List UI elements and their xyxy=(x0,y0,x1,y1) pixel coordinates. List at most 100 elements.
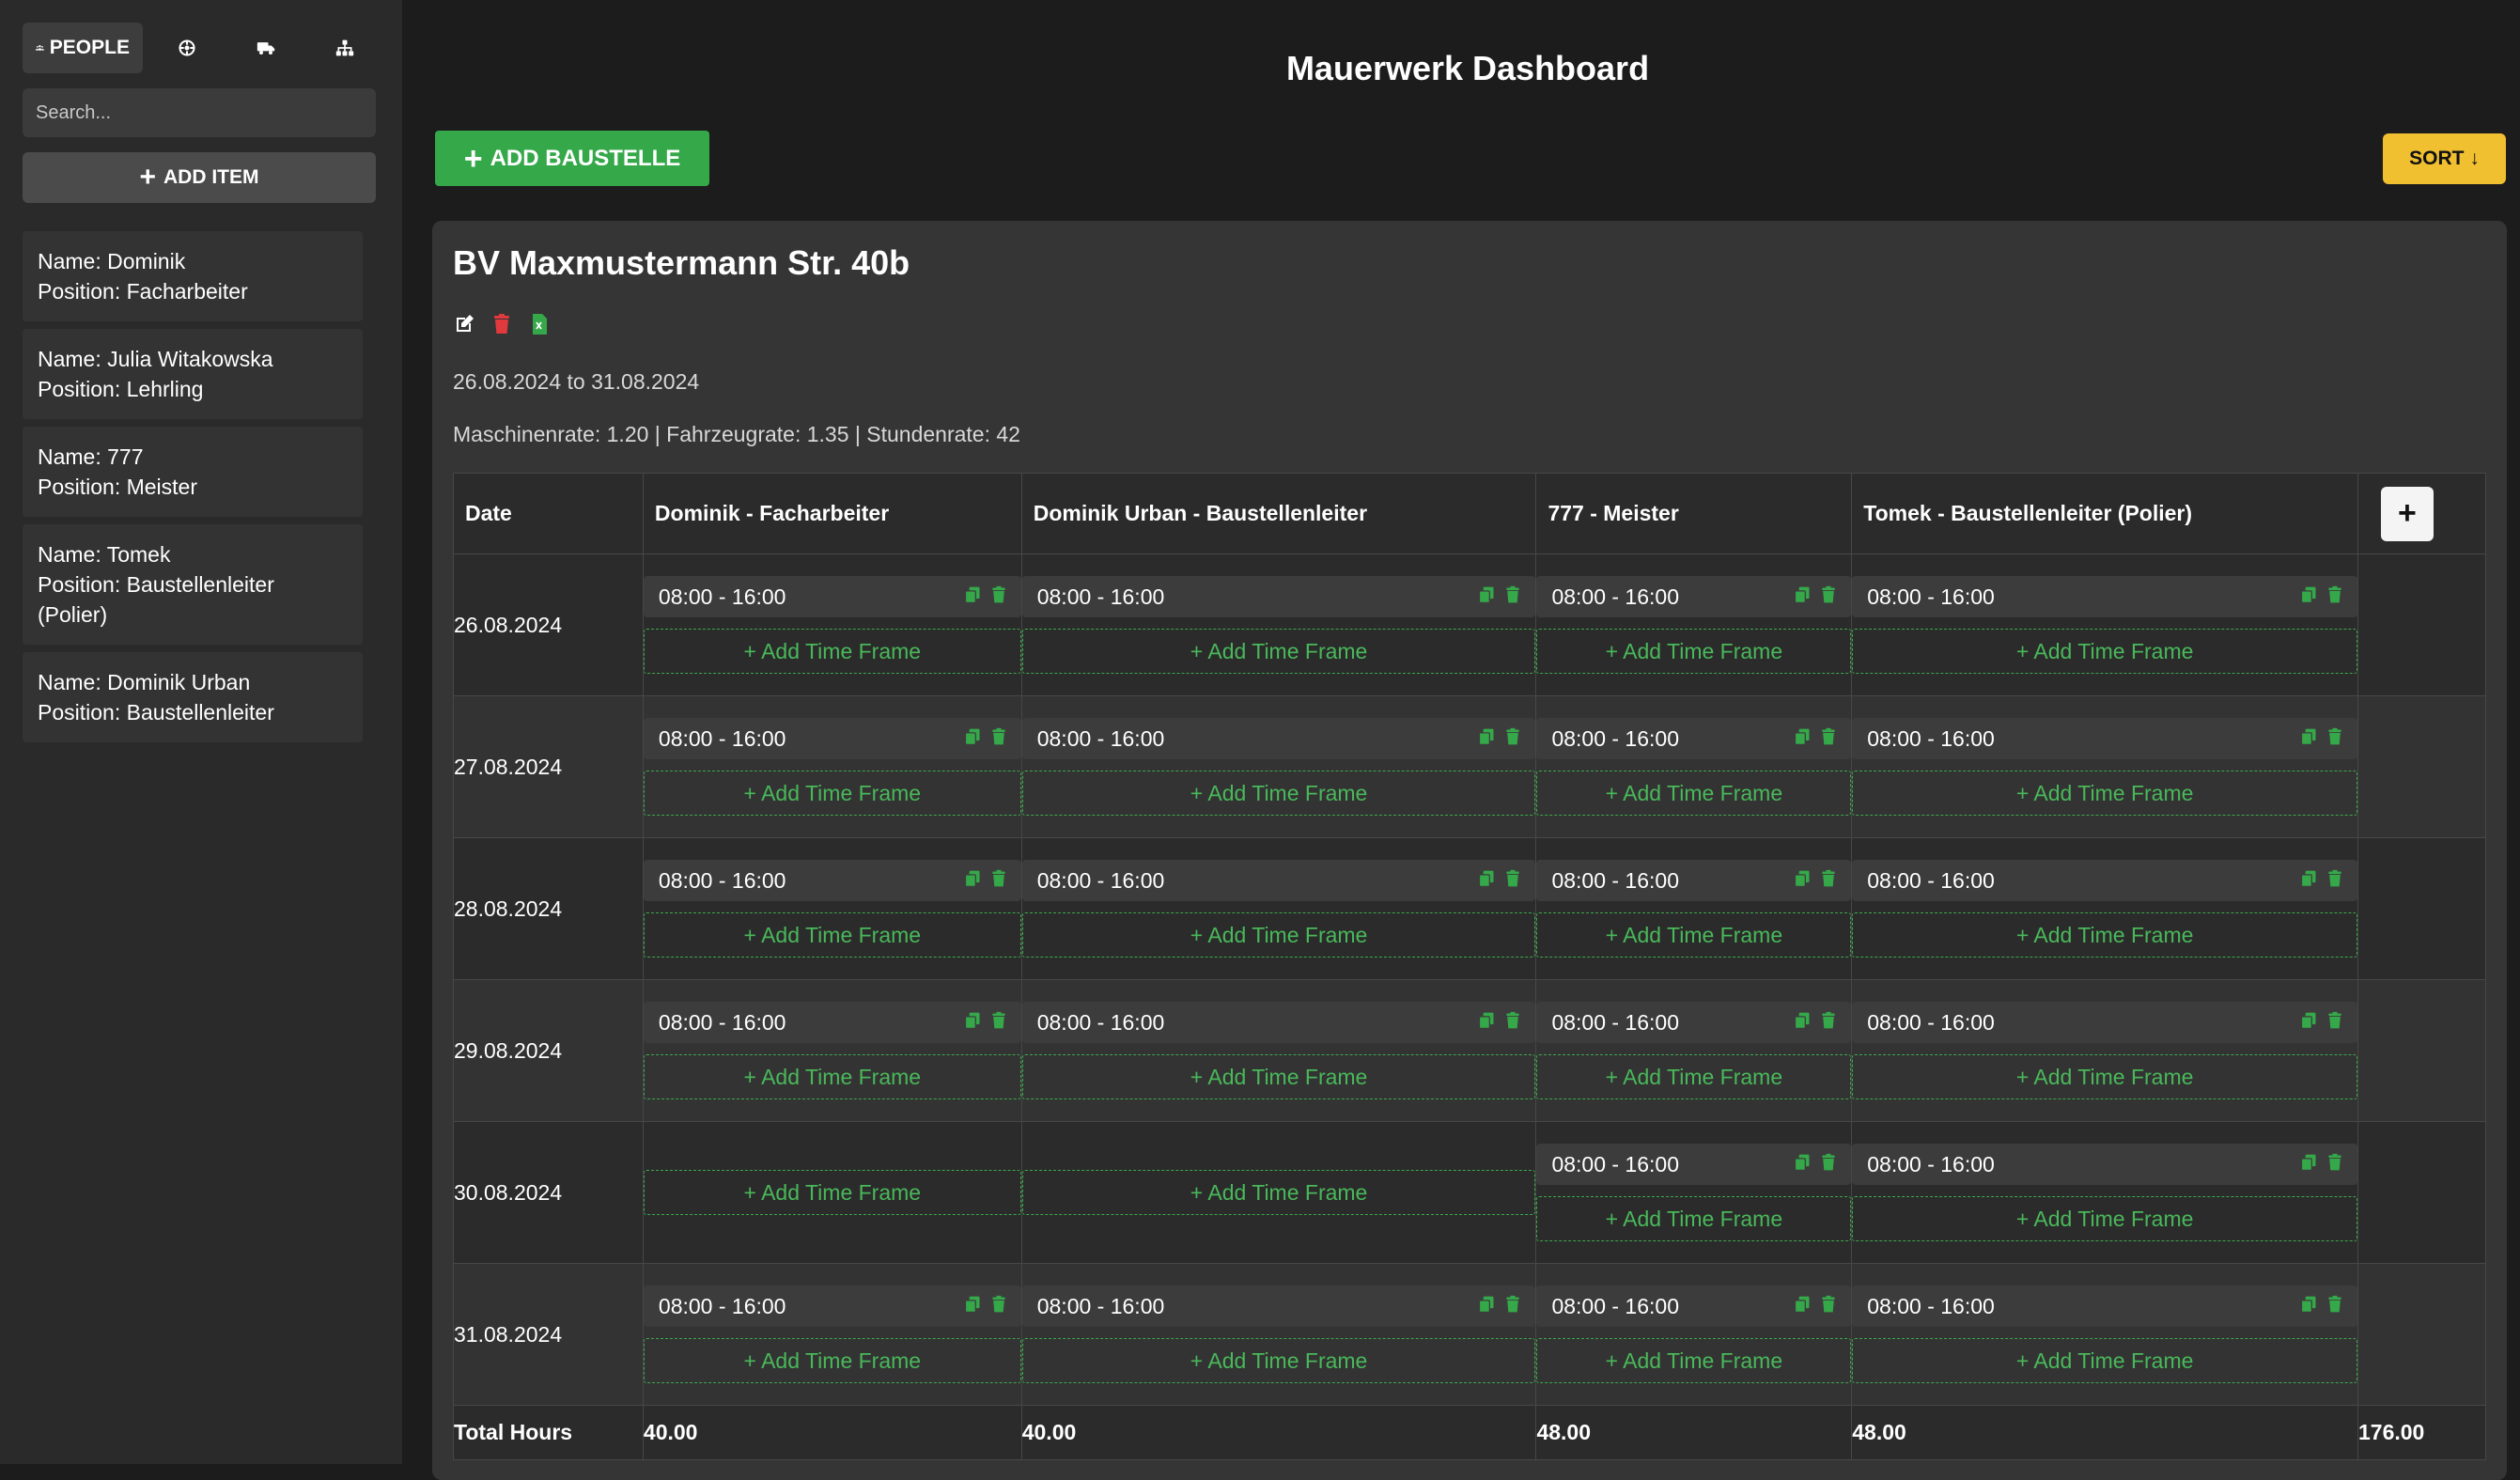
trash-icon[interactable] xyxy=(2326,1010,2344,1036)
trash-icon[interactable] xyxy=(1819,1294,1838,1319)
add-time-frame-button[interactable]: + Add Time Frame xyxy=(1536,912,1852,958)
add-column-button[interactable]: + xyxy=(2380,486,2434,541)
copy-icon[interactable] xyxy=(1793,868,1812,894)
add-time-frame-button[interactable]: + Add Time Frame xyxy=(1536,1196,1852,1241)
copy-icon[interactable] xyxy=(2299,1152,2318,1177)
tab-machines[interactable] xyxy=(152,23,222,73)
copy-icon[interactable] xyxy=(2299,1010,2318,1036)
copy-icon[interactable] xyxy=(2299,726,2318,752)
add-time-frame-button[interactable]: + Add Time Frame xyxy=(1852,629,2357,674)
copy-icon[interactable] xyxy=(1793,1294,1812,1319)
copy-icon[interactable] xyxy=(1793,1010,1812,1036)
time-frame[interactable]: 08:00 - 16:00 xyxy=(1536,576,1852,617)
add-time-frame-button[interactable]: + Add Time Frame xyxy=(1021,1338,1536,1383)
person-card[interactable]: Name: Tomek Position: Baustellenleiter (… xyxy=(23,524,363,645)
trash-icon[interactable] xyxy=(989,584,1008,610)
time-frame[interactable]: 08:00 - 16:00 xyxy=(1536,1002,1852,1043)
copy-icon[interactable] xyxy=(1793,1152,1812,1177)
add-time-frame-button[interactable]: + Add Time Frame xyxy=(1852,912,2357,958)
trash-icon[interactable] xyxy=(1819,1152,1838,1177)
sort-button[interactable]: SORT ↓ xyxy=(2383,133,2506,184)
trash-icon[interactable] xyxy=(2326,1294,2344,1319)
add-time-frame-button[interactable]: + Add Time Frame xyxy=(1852,771,2357,816)
trash-icon[interactable] xyxy=(989,726,1008,752)
copy-icon[interactable] xyxy=(1793,584,1812,610)
copy-icon[interactable] xyxy=(1477,726,1496,752)
time-frame[interactable]: 08:00 - 16:00 xyxy=(1852,576,2357,617)
add-time-frame-button[interactable]: + Add Time Frame xyxy=(1536,771,1852,816)
trash-icon[interactable] xyxy=(989,868,1008,894)
time-frame[interactable]: 08:00 - 16:00 xyxy=(1852,860,2357,901)
time-frame[interactable]: 08:00 - 16:00 xyxy=(1021,576,1536,617)
copy-icon[interactable] xyxy=(963,868,982,894)
trash-icon[interactable] xyxy=(1819,584,1838,610)
add-time-frame-button[interactable]: + Add Time Frame xyxy=(1852,1054,2357,1099)
copy-icon[interactable] xyxy=(2299,868,2318,894)
copy-icon[interactable] xyxy=(963,584,982,610)
trash-icon[interactable] xyxy=(989,1010,1008,1036)
time-frame[interactable]: 08:00 - 16:00 xyxy=(1536,1285,1852,1327)
time-frame[interactable]: 08:00 - 16:00 xyxy=(643,1285,1021,1327)
tab-structure[interactable] xyxy=(310,23,380,73)
add-time-frame-button[interactable]: + Add Time Frame xyxy=(1536,629,1852,674)
time-frame[interactable]: 08:00 - 16:00 xyxy=(1536,860,1852,901)
copy-icon[interactable] xyxy=(963,1010,982,1036)
time-frame[interactable]: 08:00 - 16:00 xyxy=(1536,1144,1852,1185)
copy-icon[interactable] xyxy=(2299,584,2318,610)
time-frame[interactable]: 08:00 - 16:00 xyxy=(1021,718,1536,759)
copy-icon[interactable] xyxy=(1477,868,1496,894)
trash-icon[interactable] xyxy=(2326,868,2344,894)
person-card[interactable]: Name: Julia Witakowska Position: Lehrlin… xyxy=(23,329,363,419)
time-frame[interactable]: 08:00 - 16:00 xyxy=(1021,1285,1536,1327)
time-frame[interactable]: 08:00 - 16:00 xyxy=(643,576,1021,617)
add-time-frame-button[interactable]: + Add Time Frame xyxy=(1536,1054,1852,1099)
add-time-frame-button[interactable]: + Add Time Frame xyxy=(1536,1338,1852,1383)
time-frame[interactable]: 08:00 - 16:00 xyxy=(1021,1002,1536,1043)
copy-icon[interactable] xyxy=(1477,584,1496,610)
copy-icon[interactable] xyxy=(1477,1294,1496,1319)
copy-icon[interactable] xyxy=(963,726,982,752)
add-time-frame-button[interactable]: + Add Time Frame xyxy=(643,1170,1021,1215)
time-frame[interactable]: 08:00 - 16:00 xyxy=(1852,1002,2357,1043)
add-time-frame-button[interactable]: + Add Time Frame xyxy=(643,912,1021,958)
add-time-frame-button[interactable]: + Add Time Frame xyxy=(643,629,1021,674)
add-time-frame-button[interactable]: + Add Time Frame xyxy=(643,1054,1021,1099)
add-time-frame-button[interactable]: + Add Time Frame xyxy=(643,1338,1021,1383)
add-time-frame-button[interactable]: + Add Time Frame xyxy=(1852,1338,2357,1383)
time-frame[interactable]: 08:00 - 16:00 xyxy=(1021,860,1536,901)
add-time-frame-button[interactable]: + Add Time Frame xyxy=(1021,1054,1536,1099)
add-baustelle-button[interactable]: + ADD BAUSTELLE xyxy=(435,131,709,186)
add-item-button[interactable]: + ADD ITEM xyxy=(23,152,376,203)
copy-icon[interactable] xyxy=(2299,1294,2318,1319)
delete-icon[interactable] xyxy=(490,313,513,335)
trash-icon[interactable] xyxy=(1503,726,1522,752)
trash-icon[interactable] xyxy=(1503,584,1522,610)
time-frame[interactable]: 08:00 - 16:00 xyxy=(1536,718,1852,759)
trash-icon[interactable] xyxy=(1819,1010,1838,1036)
time-frame[interactable]: 08:00 - 16:00 xyxy=(1852,1285,2357,1327)
copy-icon[interactable] xyxy=(1793,726,1812,752)
add-time-frame-button[interactable]: + Add Time Frame xyxy=(1021,771,1536,816)
trash-icon[interactable] xyxy=(989,1294,1008,1319)
add-time-frame-button[interactable]: + Add Time Frame xyxy=(1021,1170,1536,1215)
time-frame[interactable]: 08:00 - 16:00 xyxy=(1852,718,2357,759)
trash-icon[interactable] xyxy=(1503,1010,1522,1036)
add-time-frame-button[interactable]: + Add Time Frame xyxy=(1852,1196,2357,1241)
add-time-frame-button[interactable]: + Add Time Frame xyxy=(1021,629,1536,674)
edit-icon[interactable] xyxy=(453,313,475,335)
trash-icon[interactable] xyxy=(1819,868,1838,894)
trash-icon[interactable] xyxy=(1819,726,1838,752)
trash-icon[interactable] xyxy=(1503,1294,1522,1319)
person-card[interactable]: Name: Dominik Position: Facharbeiter xyxy=(23,231,363,321)
trash-icon[interactable] xyxy=(1503,868,1522,894)
add-time-frame-button[interactable]: + Add Time Frame xyxy=(643,771,1021,816)
trash-icon[interactable] xyxy=(2326,1152,2344,1177)
tab-people[interactable]: PEOPLE xyxy=(23,23,143,73)
time-frame[interactable]: 08:00 - 16:00 xyxy=(643,1002,1021,1043)
search-input[interactable] xyxy=(23,88,376,137)
time-frame[interactable]: 08:00 - 16:00 xyxy=(1852,1144,2357,1185)
export-excel-icon[interactable] xyxy=(528,313,551,335)
add-time-frame-button[interactable]: + Add Time Frame xyxy=(1021,912,1536,958)
trash-icon[interactable] xyxy=(2326,726,2344,752)
time-frame[interactable]: 08:00 - 16:00 xyxy=(643,860,1021,901)
